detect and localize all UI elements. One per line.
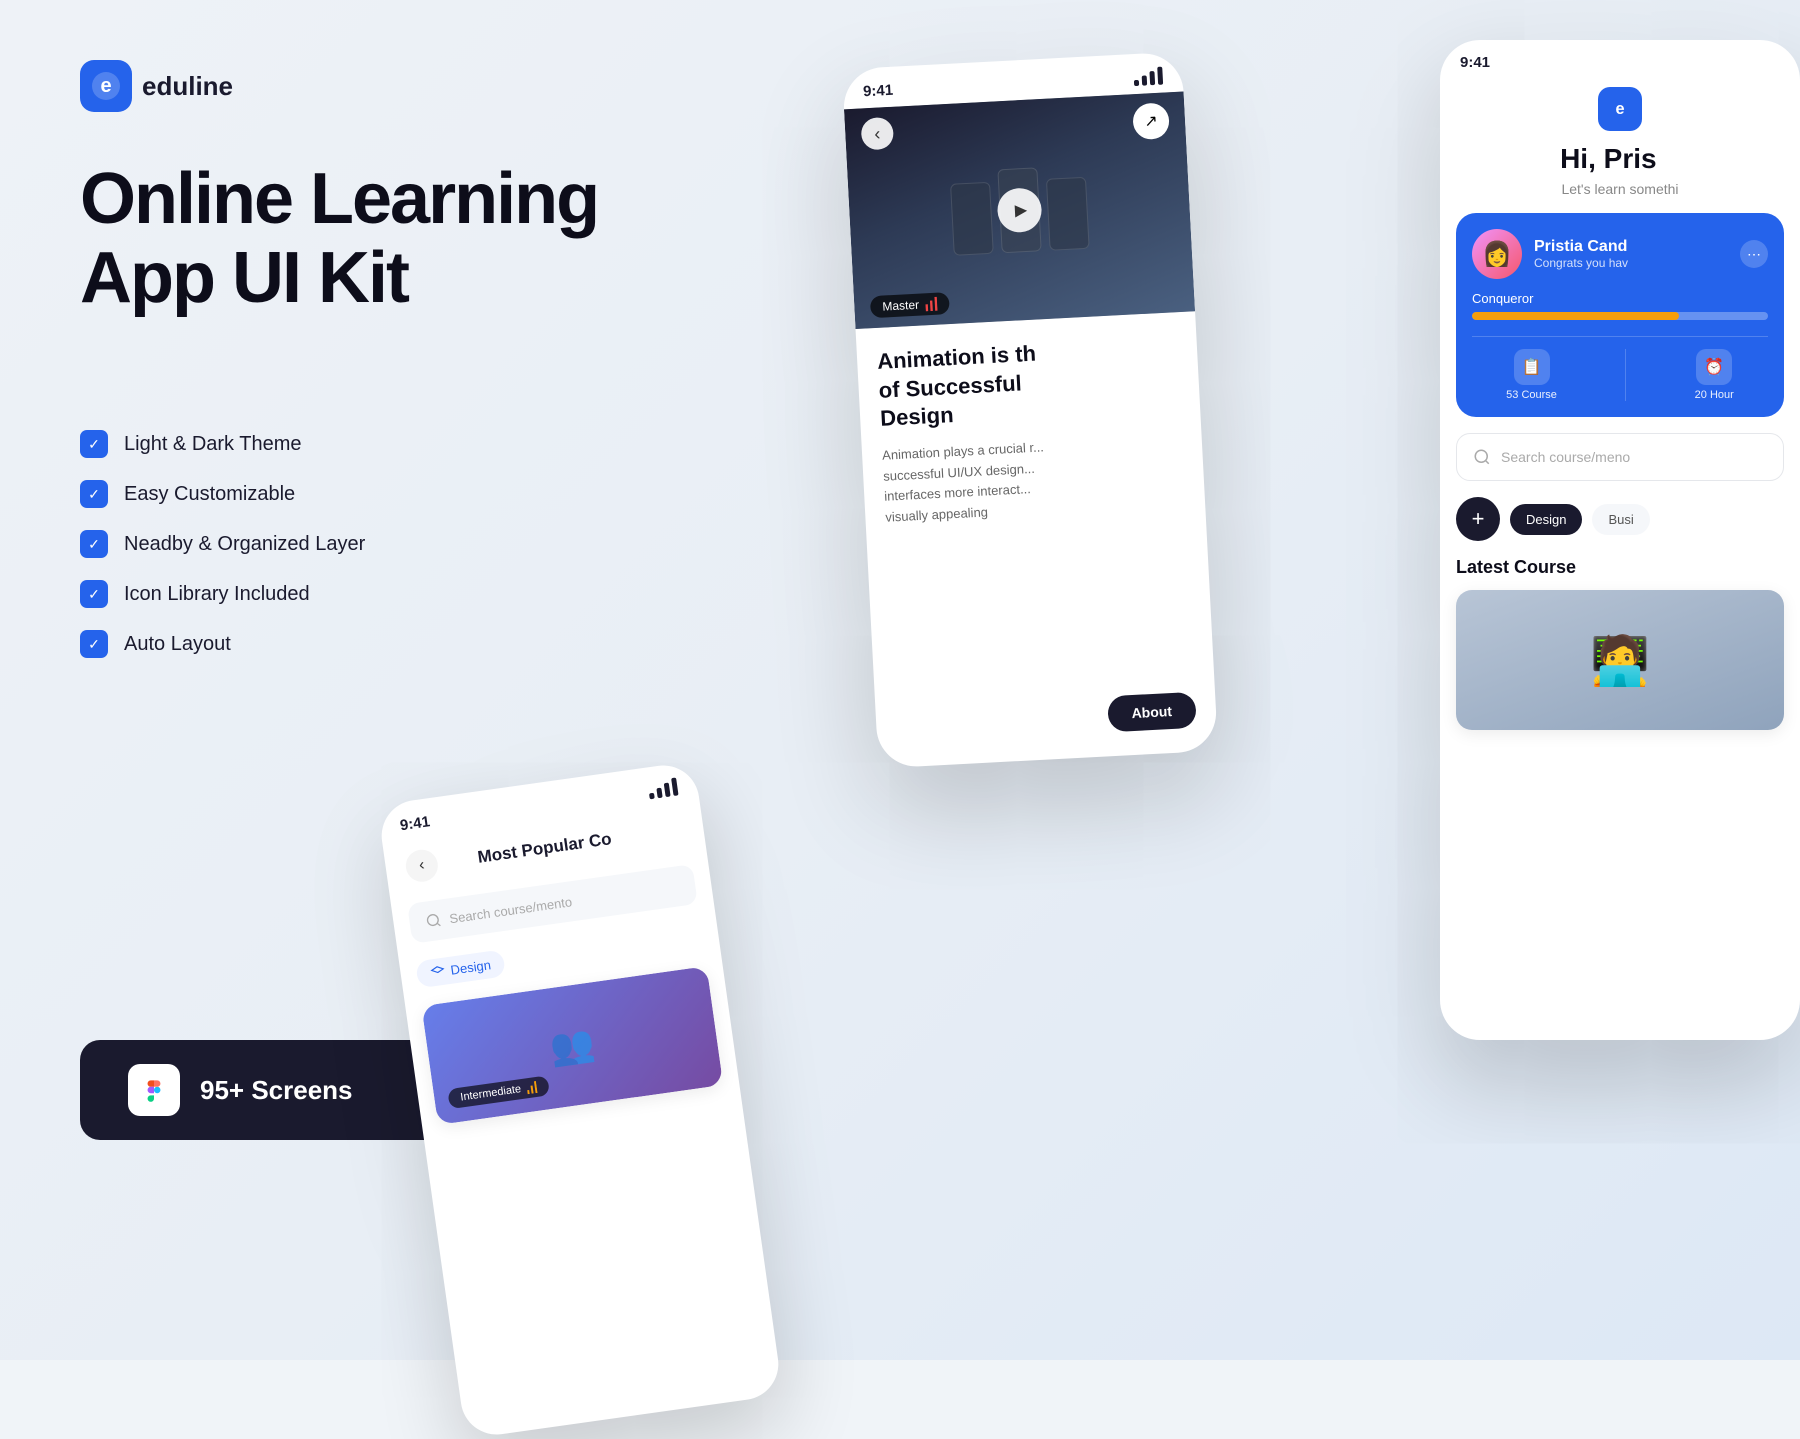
profile-subtitle: Congrats you hav... [1534,256,1641,270]
brand-name: eduline [142,71,233,102]
stat-courses-label: 53 Course [1506,389,1557,401]
stat-hours-label: 20 Hour [1695,389,1734,401]
search-section-far: Search course/meno [1456,433,1784,481]
check-icon-3: ✓ [80,530,108,558]
course-title-right: Animation is thof SuccessfulDesign [877,332,1181,433]
profile-name: Pristia Cand... [1534,238,1641,256]
far-status: 9:41 [1440,40,1800,77]
progress-bar [1472,312,1768,320]
hero-title: Online Learning App UI Kit [80,160,598,318]
signal-chart-icon [526,1081,538,1094]
feature-item-4: ✓ Icon Library Included [80,580,365,608]
cta-button[interactable]: 95+ Screens [80,1040,460,1140]
latest-course-card[interactable]: 🧑‍💻 [1456,590,1784,730]
about-button[interactable]: About [1107,692,1197,733]
latest-section: Latest Course 🧑‍💻 [1440,557,1800,730]
section-title-middle: Most Popular Co [476,829,613,868]
check-icon-2: ✓ [80,480,108,508]
back-button-middle[interactable]: ‹ [404,848,440,884]
course-card-middle: 👥 Intermediate [406,964,740,1127]
latest-title: Latest Course [1456,557,1784,578]
feature-item-2: ✓ Easy Customizable [80,480,365,508]
category-chip-design[interactable]: Design [1510,504,1582,535]
phone-right: 9:41 ▶ ↗ Master [842,52,1218,769]
search-bar-far[interactable]: Search course/meno [1456,433,1784,481]
cta-label: 95+ Screens [200,1075,353,1106]
feature-item-3: ✓ Neadby & Organized Layer [80,530,365,558]
progress-fill [1472,312,1679,320]
features-list: ✓ Light & Dark Theme ✓ Easy Customizable… [80,430,365,658]
profile-menu-icon[interactable]: ⋯ [1740,240,1768,268]
search-icon-middle [425,912,443,930]
feature-item-1: ✓ Light & Dark Theme [80,430,365,458]
master-badge: Master [870,292,950,318]
feature-label-3: Neadby & Organized Layer [124,533,365,556]
greeting-title: Hi, Pris... [1460,143,1780,175]
category-icon [430,964,446,980]
stat-courses: 📋 53 Course [1506,349,1557,401]
greeting-subtitle: Let's learn somethi [1460,181,1780,197]
check-icon-4: ✓ [80,580,108,608]
courses-icon: 📋 [1514,349,1550,385]
check-icon-1: ✓ [80,430,108,458]
header: e eduline [80,60,233,112]
course-description-right: Animation plays a crucial r... successfu… [882,430,1186,529]
category-row-far: + Design Busi [1456,497,1784,541]
app-logo-far: e [1598,87,1642,131]
search-icon-far [1473,448,1491,466]
svg-text:e: e [100,75,111,97]
feature-label-2: Easy Customizable [124,483,295,506]
feature-label-4: Icon Library Included [124,583,310,606]
check-icon-5: ✓ [80,630,108,658]
figma-icon [128,1064,180,1116]
profile-level: Conqueror [1472,291,1768,306]
feature-label-5: Auto Layout [124,633,231,656]
category-chip-middle[interactable]: Design [415,949,506,988]
profile-avatar: 👩 [1472,229,1522,279]
share-button[interactable]: ↗ [1132,102,1170,140]
add-category-button[interactable]: + [1456,497,1500,541]
latest-course-image: 🧑‍💻 [1456,590,1784,730]
phone-right-hero: ▶ ↗ Master [844,92,1195,329]
greeting-section: e Hi, Pris... Let's learn somethi [1440,77,1800,213]
phone-far-right: 9:41 e Hi, Pris... Let's learn somethi 👩… [1440,40,1800,1040]
category-chip-business[interactable]: Busi [1592,504,1649,535]
profile-header: 👩 Pristia Cand... Congrats you hav... ⋯ [1472,229,1768,279]
profile-card: 👩 Pristia Cand... Congrats you hav... ⋯ … [1456,213,1784,417]
logo-icon: e [80,60,132,112]
level-icon [925,297,938,312]
hours-icon: ⏰ [1696,349,1732,385]
phone-right-body: Animation is thof SuccessfulDesign Anima… [856,311,1207,549]
svg-text:e: e [1615,100,1624,118]
signal-bars [647,777,678,799]
feature-label-1: Light & Dark Theme [124,433,302,456]
stat-hours: ⏰ 20 Hour [1695,349,1734,401]
signal-bars-right [1133,67,1163,86]
feature-item-5: ✓ Auto Layout [80,630,365,658]
hero-section: Online Learning App UI Kit [80,160,598,318]
profile-stats: 📋 53 Course ⏰ 20 Hour [1472,336,1768,401]
